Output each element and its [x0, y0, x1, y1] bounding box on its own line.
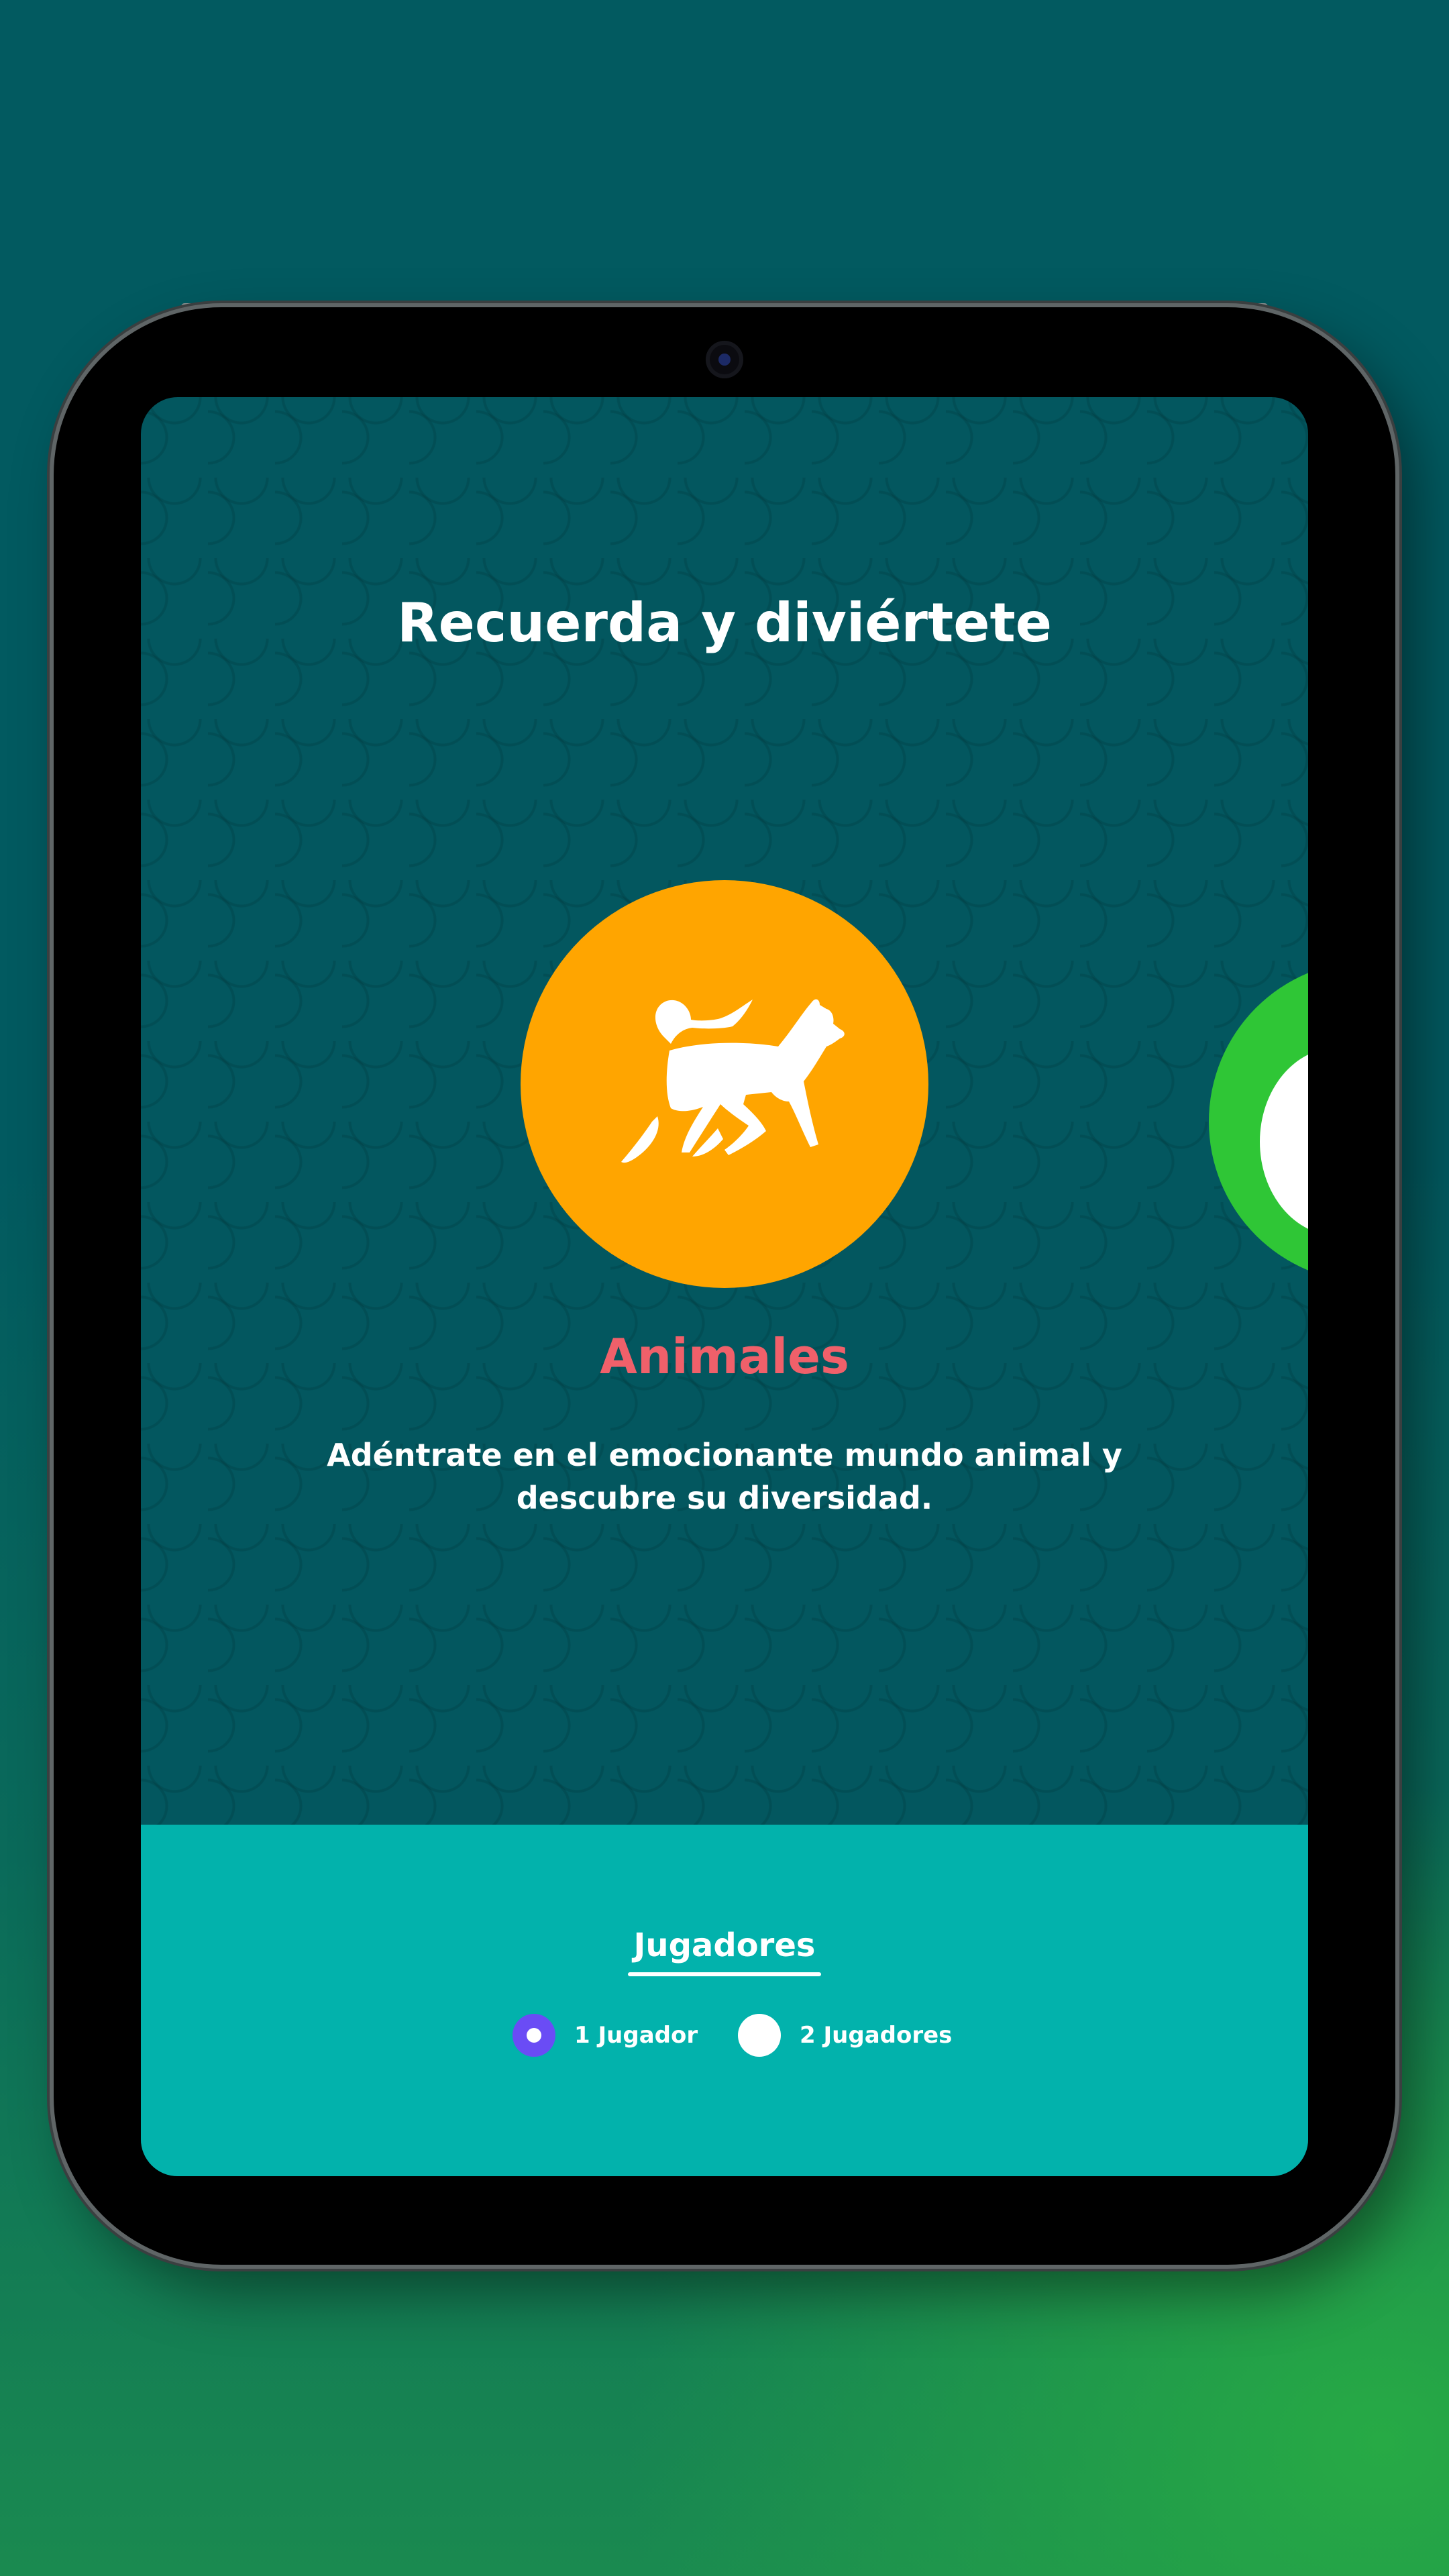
app-screen: Recuerda y diviértete Animales Adéntrate… — [141, 397, 1308, 2176]
option-2-players-label: 2 Jugadores — [800, 2022, 953, 2049]
option-1-player[interactable]: 1 Jugador — [513, 2014, 698, 2057]
players-panel: Jugadores 1 Jugador 2 Jugadores — [141, 1825, 1308, 2176]
front-camera — [706, 341, 743, 378]
radio-2-players[interactable] — [738, 2014, 781, 2057]
players-heading: Jugadores — [633, 1927, 816, 1964]
cat-icon — [621, 999, 845, 1163]
page-title: Recuerda y diviértete — [396, 592, 1052, 654]
category-name: Animales — [600, 1328, 849, 1385]
radio-1-player[interactable] — [513, 2014, 555, 2057]
category-description: Adéntrate en el emocionante mundo animal… — [327, 1437, 1122, 1516]
players-heading-underline — [628, 1972, 821, 1976]
option-1-player-label: 1 Jugador — [574, 2022, 698, 2049]
category-card-animales[interactable] — [521, 880, 928, 1288]
option-2-players[interactable]: 2 Jugadores — [738, 2014, 952, 2057]
